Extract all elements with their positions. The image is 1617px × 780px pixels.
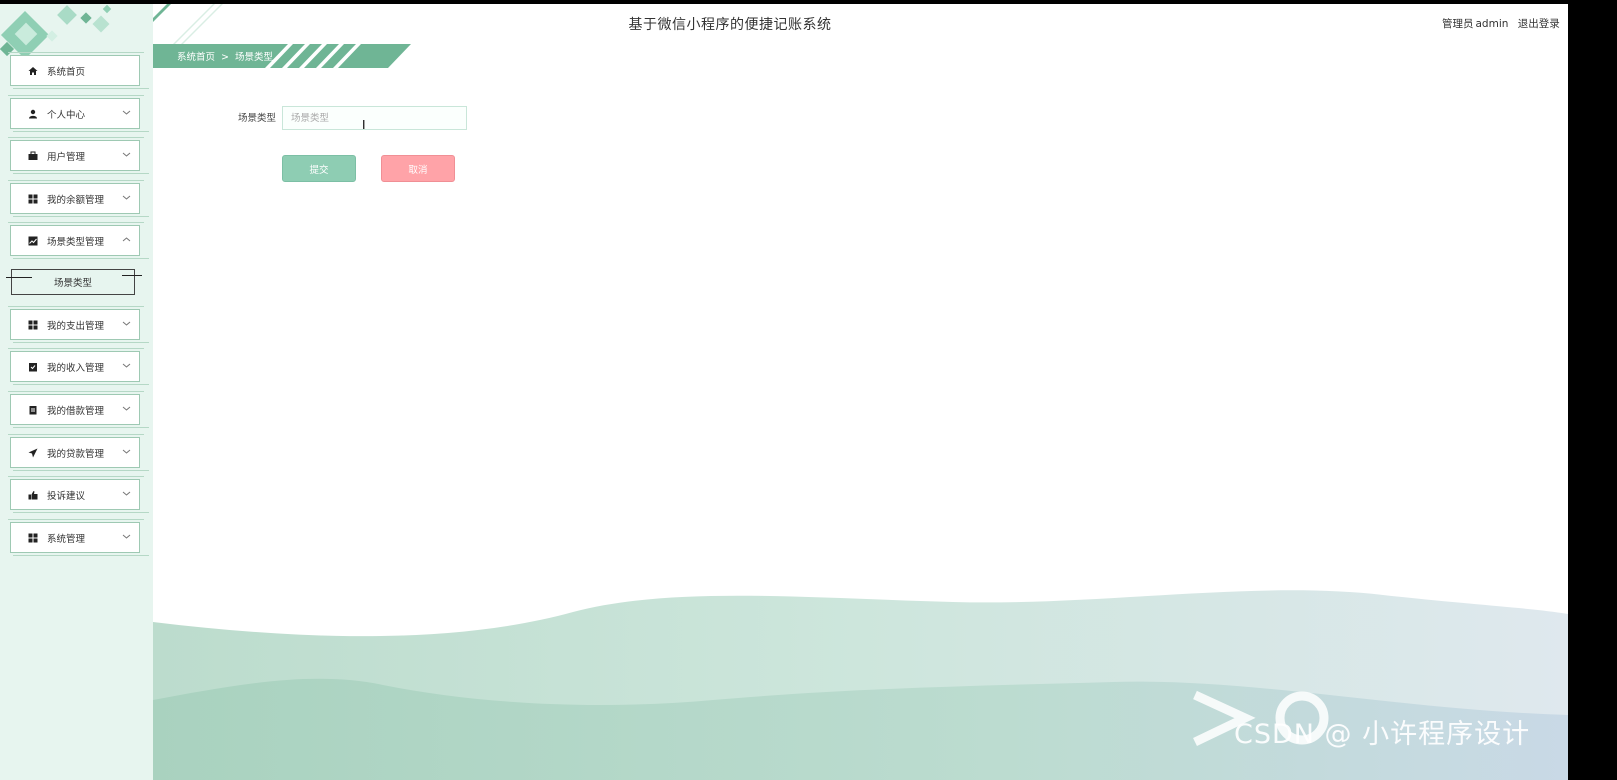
scene-type-label: 场景类型	[237, 113, 276, 124]
chevron-down-icon	[122, 108, 131, 117]
sidebar-item-label: 我的支出管理	[47, 320, 105, 332]
sidebar-item-label: 投诉建议	[47, 490, 86, 502]
sidebar-item-personal-center[interactable]: 个人中心	[8, 95, 149, 132]
chevron-down-icon	[122, 489, 131, 498]
sidebar-item-borrowing[interactable]: 我的借款管理	[8, 391, 149, 428]
chevron-down-icon	[122, 319, 131, 328]
grid-icon	[28, 194, 38, 204]
chevron-down-icon	[122, 447, 131, 456]
clipboard-check-icon	[28, 362, 38, 372]
watermark-text: CSDN @ 小许程序设计	[1234, 719, 1531, 750]
breadcrumb-current: 场景类型	[234, 52, 273, 63]
sidebar-item-expense[interactable]: 我的支出管理	[8, 306, 149, 343]
grid-icon	[28, 320, 38, 330]
chevron-down-icon	[122, 532, 131, 541]
sidebar-item-home[interactable]: 系统首页	[8, 52, 149, 89]
logout-link[interactable]: 退出登录	[1518, 18, 1560, 30]
sidebar-item-label: 场景类型管理	[47, 236, 105, 248]
sidebar-item-label: 系统管理	[47, 533, 86, 545]
breadcrumb-home[interactable]: 系统首页	[177, 52, 215, 63]
thumbs-up-icon	[28, 490, 38, 500]
scene-type-input[interactable]	[282, 106, 467, 130]
submenu-decoration-left	[6, 277, 32, 278]
top-black-bar	[0, 0, 1617, 4]
user-icon	[28, 109, 38, 119]
submenu-item-scene-type[interactable]: 场景类型	[11, 269, 135, 295]
right-black-bar	[1568, 0, 1617, 780]
chevron-up-icon	[122, 235, 131, 244]
sidebar-item-label: 我的收入管理	[47, 362, 105, 374]
sidebar-item-label: 我的余额管理	[47, 194, 105, 206]
sidebar-item-scene-type-management[interactable]: 场景类型管理	[8, 222, 149, 259]
grid-icon	[28, 533, 38, 543]
sidebar-item-feedback[interactable]: 投诉建议	[8, 476, 149, 513]
chevron-down-icon	[122, 361, 131, 370]
submenu-item-label: 场景类型	[53, 278, 92, 289]
clipboard-icon	[28, 405, 38, 415]
sidebar-item-label: 个人中心	[47, 109, 86, 121]
briefcase-icon	[28, 151, 38, 161]
chart-icon	[28, 236, 38, 246]
chevron-down-icon	[122, 150, 131, 159]
sidebar-item-income[interactable]: 我的收入管理	[8, 348, 149, 385]
breadcrumb-separator: >	[221, 52, 229, 63]
breadcrumb: 系统首页 > 场景类型	[153, 44, 413, 68]
sidebar-item-user-management[interactable]: 用户管理	[8, 137, 149, 174]
user-area: 管理员 admin 退出登录	[1442, 16, 1562, 31]
sidebar-item-balance[interactable]: 我的余额管理	[8, 180, 149, 217]
submenu-decoration-right	[122, 275, 142, 276]
chevron-down-icon	[122, 404, 131, 413]
user-role: 管理员	[1442, 18, 1474, 30]
sidebar-item-loan[interactable]: 我的贷款管理	[8, 434, 149, 471]
sidebar-item-label: 我的贷款管理	[47, 448, 105, 460]
sidebar: 系统首页 个人中心 用户管理 我的余额管理 场景类型管理 场景类型 我的支出管理…	[0, 4, 153, 780]
header-stripes-decoration	[153, 4, 223, 44]
sidebar-item-label: 我的借款管理	[47, 405, 105, 417]
chevron-down-icon	[122, 193, 131, 202]
cancel-button[interactable]: 取消	[381, 155, 455, 182]
app-title: 基于微信小程序的便捷记账系统	[628, 17, 832, 33]
submit-button[interactable]: 提交	[282, 155, 356, 182]
sidebar-item-system-management[interactable]: 系统管理	[8, 519, 149, 556]
home-icon	[28, 66, 38, 76]
sidebar-item-label: 用户管理	[47, 151, 86, 163]
sidebar-item-label: 系统首页	[47, 66, 86, 78]
background-waves	[153, 590, 1568, 780]
username: admin	[1475, 18, 1509, 30]
text-cursor-icon: I	[362, 118, 366, 132]
send-icon	[28, 448, 38, 458]
